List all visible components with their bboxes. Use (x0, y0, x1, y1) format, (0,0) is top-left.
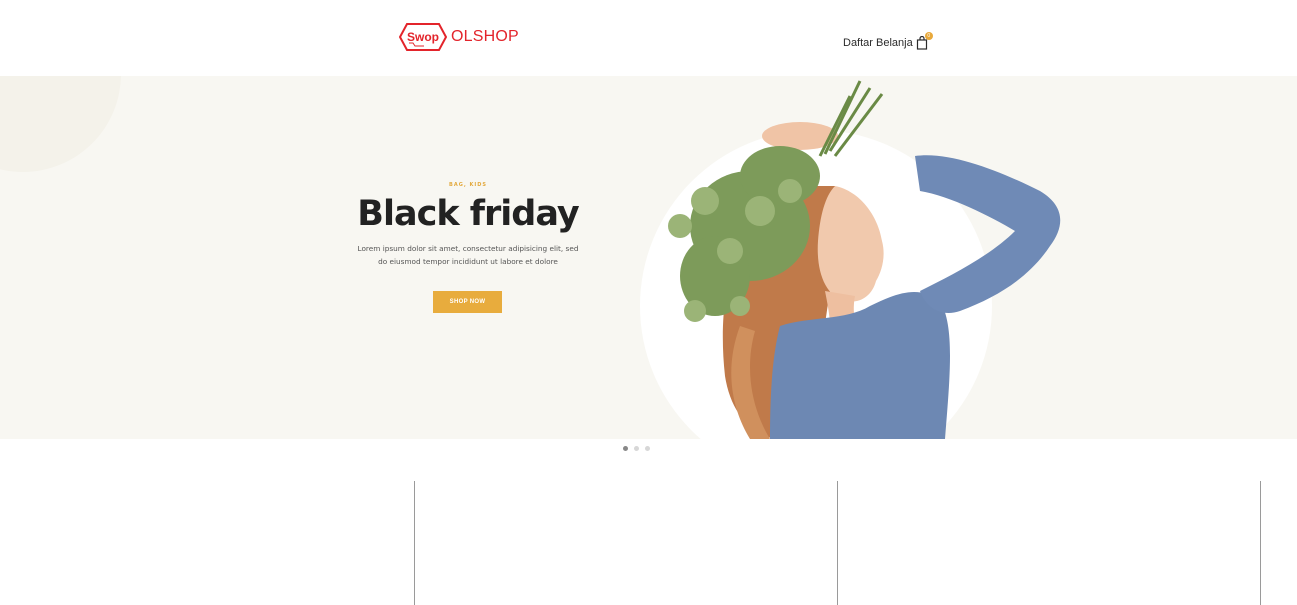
site-logo[interactable]: Swop OLSHOP (399, 22, 519, 52)
column-divider (414, 481, 415, 605)
hero-slider: BAG, KIDS Black friday Lorem ipsum dolor… (0, 76, 1297, 439)
column-divider (837, 481, 838, 605)
slider-dot-2[interactable] (634, 446, 639, 451)
logo-badge-icon: Swop (399, 23, 447, 51)
slider-dot-3[interactable] (645, 446, 650, 451)
logo-text: OLSHOP (451, 28, 519, 45)
hero-content: BAG, KIDS Black friday Lorem ipsum dolor… (340, 182, 596, 313)
hero-tag: BAG, KIDS (449, 182, 487, 188)
svg-text:Swop: Swop (407, 30, 439, 44)
column-divider (1260, 481, 1261, 605)
shopping-list-link[interactable]: Daftar Belanja 0 (843, 32, 933, 50)
cart-count-badge: 0 (924, 32, 933, 40)
slider-dots (623, 446, 656, 451)
shop-now-button[interactable]: SHOP NOW (433, 291, 502, 313)
slider-dot-1[interactable] (623, 446, 628, 451)
hero-description: Lorem ipsum dolor sit amet, consectetur … (357, 244, 579, 266)
shopping-list-label: Daftar Belanja (843, 37, 913, 49)
hero-model-image (640, 80, 1061, 439)
shopping-bag-icon: 0 (916, 32, 933, 50)
hero-decorative-circle (0, 76, 121, 172)
hero-title: Black friday (357, 194, 579, 234)
site-header: Swop OLSHOP Daftar Belanja 0 (0, 0, 1297, 76)
